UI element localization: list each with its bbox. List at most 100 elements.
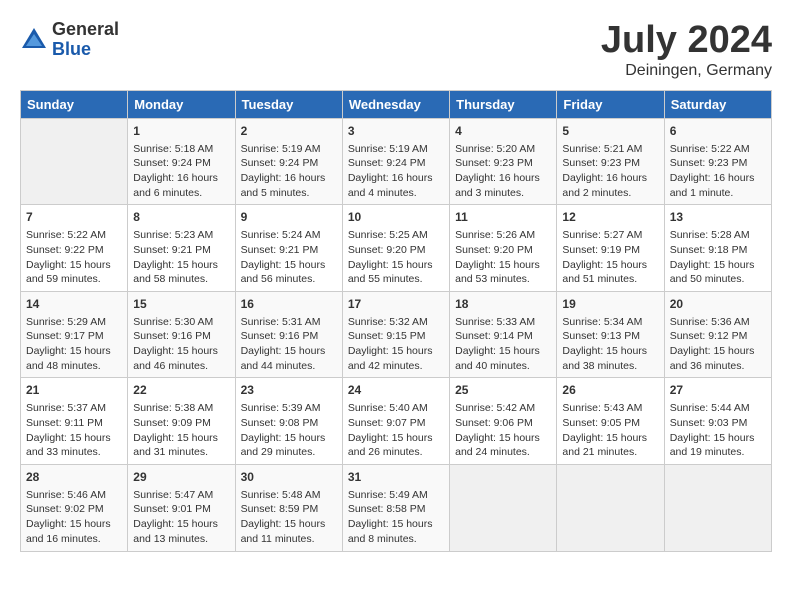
day-number: 12	[562, 209, 658, 226]
day-info: Sunrise: 5:48 AMSunset: 8:59 PMDaylight:…	[241, 488, 337, 547]
day-number: 9	[241, 209, 337, 226]
calendar-cell: 10Sunrise: 5:25 AMSunset: 9:20 PMDayligh…	[342, 205, 449, 292]
calendar-cell: 27 Sunrise: 5:44 AMSunset: 9:03 PMDayligh…	[664, 378, 771, 465]
calendar-table: SundayMondayTuesdayWednesdayThursdayFrid…	[20, 90, 772, 552]
day-info: Sunrise: 5:44 AMSunset: 9:03 PMDaylight:…	[670, 401, 766, 460]
calendar-cell: 1 Sunrise: 5:18 AMSunset: 9:24 PMDaylight…	[128, 118, 235, 205]
calendar-cell: 29Sunrise: 5:47 AMSunset: 9:01 PMDayligh…	[128, 464, 235, 551]
calendar-cell: 8 Sunrise: 5:23 AMSunset: 9:21 PMDaylight…	[128, 205, 235, 292]
day-number: 2	[241, 123, 337, 140]
logo-blue: Blue	[52, 40, 119, 60]
day-info: Sunrise: 5:23 AMSunset: 9:21 PMDaylight:…	[133, 228, 229, 287]
calendar-cell: 21 Sunrise: 5:37 AMSunset: 9:11 PMDayligh…	[21, 378, 128, 465]
day-info: Sunrise: 5:19 AMSunset: 9:24 PMDaylight:…	[348, 142, 444, 201]
calendar-week-row: 1 Sunrise: 5:18 AMSunset: 9:24 PMDaylight…	[21, 118, 772, 205]
day-number: 27	[670, 382, 766, 399]
day-number: 15	[133, 296, 229, 313]
calendar-cell: 24 Sunrise: 5:40 AMSunset: 9:07 PMDayligh…	[342, 378, 449, 465]
day-number: 19	[562, 296, 658, 313]
calendar-cell: 6 Sunrise: 5:22 AMSunset: 9:23 PMDaylight…	[664, 118, 771, 205]
day-number: 31	[348, 469, 444, 486]
calendar-week-row: 14 Sunrise: 5:29 AMSunset: 9:17 PMDayligh…	[21, 291, 772, 378]
day-number: 3	[348, 123, 444, 140]
col-header-monday: Monday	[128, 90, 235, 118]
calendar-cell: 15 Sunrise: 5:30 AMSunset: 9:16 PMDayligh…	[128, 291, 235, 378]
calendar-cell: 11 Sunrise: 5:26 AMSunset: 9:20 PMDayligh…	[450, 205, 557, 292]
calendar-header-row: SundayMondayTuesdayWednesdayThursdayFrid…	[21, 90, 772, 118]
calendar-cell: 22 Sunrise: 5:38 AMSunset: 9:09 PMDayligh…	[128, 378, 235, 465]
col-header-tuesday: Tuesday	[235, 90, 342, 118]
calendar-cell: 16 Sunrise: 5:31 AMSunset: 9:16 PMDayligh…	[235, 291, 342, 378]
logo-icon	[20, 26, 48, 54]
day-number: 18	[455, 296, 551, 313]
day-info: Sunrise: 5:22 AMSunset: 9:22 PMDaylight:…	[26, 228, 122, 287]
day-info: Sunrise: 5:22 AMSunset: 9:23 PMDaylight:…	[670, 142, 766, 201]
calendar-cell	[664, 464, 771, 551]
day-number: 21	[26, 382, 122, 399]
day-info: Sunrise: 5:26 AMSunset: 9:20 PMDaylight:…	[455, 228, 551, 287]
day-number: 28	[26, 469, 122, 486]
calendar-cell	[557, 464, 664, 551]
day-number: 30	[241, 469, 337, 486]
logo: General Blue	[20, 20, 119, 60]
day-info: Sunrise: 5:37 AMSunset: 9:11 PMDaylight:…	[26, 401, 122, 460]
day-info: Sunrise: 5:39 AMSunset: 9:08 PMDaylight:…	[241, 401, 337, 460]
col-header-wednesday: Wednesday	[342, 90, 449, 118]
day-info: Sunrise: 5:33 AMSunset: 9:14 PMDaylight:…	[455, 315, 551, 374]
calendar-cell: 18 Sunrise: 5:33 AMSunset: 9:14 PMDayligh…	[450, 291, 557, 378]
col-header-sunday: Sunday	[21, 90, 128, 118]
day-number: 20	[670, 296, 766, 313]
calendar-cell: 12 Sunrise: 5:27 AMSunset: 9:19 PMDayligh…	[557, 205, 664, 292]
day-number: 4	[455, 123, 551, 140]
day-info: Sunrise: 5:24 AMSunset: 9:21 PMDaylight:…	[241, 228, 337, 287]
day-number: 26	[562, 382, 658, 399]
day-info: Sunrise: 5:38 AMSunset: 9:09 PMDaylight:…	[133, 401, 229, 460]
day-number: 11	[455, 209, 551, 226]
day-info: Sunrise: 5:42 AMSunset: 9:06 PMDaylight:…	[455, 401, 551, 460]
day-info: Sunrise: 5:32 AMSunset: 9:15 PMDaylight:…	[348, 315, 444, 374]
title-area: July 2024 Deiningen, Germany	[601, 20, 772, 80]
calendar-cell: 14 Sunrise: 5:29 AMSunset: 9:17 PMDayligh…	[21, 291, 128, 378]
calendar-cell: 17 Sunrise: 5:32 AMSunset: 9:15 PMDayligh…	[342, 291, 449, 378]
col-header-saturday: Saturday	[664, 90, 771, 118]
calendar-cell	[21, 118, 128, 205]
month-year-title: July 2024	[601, 20, 772, 62]
col-header-thursday: Thursday	[450, 90, 557, 118]
day-info: Sunrise: 5:18 AMSunset: 9:24 PMDaylight:…	[133, 142, 229, 201]
day-info: Sunrise: 5:19 AMSunset: 9:24 PMDaylight:…	[241, 142, 337, 201]
day-info: Sunrise: 5:20 AMSunset: 9:23 PMDaylight:…	[455, 142, 551, 201]
day-info: Sunrise: 5:30 AMSunset: 9:16 PMDaylight:…	[133, 315, 229, 374]
day-number: 8	[133, 209, 229, 226]
day-number: 6	[670, 123, 766, 140]
day-number: 16	[241, 296, 337, 313]
day-info: Sunrise: 5:31 AMSunset: 9:16 PMDaylight:…	[241, 315, 337, 374]
day-info: Sunrise: 5:34 AMSunset: 9:13 PMDaylight:…	[562, 315, 658, 374]
day-info: Sunrise: 5:29 AMSunset: 9:17 PMDaylight:…	[26, 315, 122, 374]
calendar-cell: 31 Sunrise: 5:49 AMSunset: 8:58 PMDayligh…	[342, 464, 449, 551]
calendar-cell: 25 Sunrise: 5:42 AMSunset: 9:06 PMDayligh…	[450, 378, 557, 465]
day-number: 7	[26, 209, 122, 226]
calendar-week-row: 21 Sunrise: 5:37 AMSunset: 9:11 PMDayligh…	[21, 378, 772, 465]
day-info: Sunrise: 5:47 AMSunset: 9:01 PMDaylight:…	[133, 488, 229, 547]
day-info: Sunrise: 5:21 AMSunset: 9:23 PMDaylight:…	[562, 142, 658, 201]
calendar-cell: 23 Sunrise: 5:39 AMSunset: 9:08 PMDayligh…	[235, 378, 342, 465]
day-number: 1	[133, 123, 229, 140]
col-header-friday: Friday	[557, 90, 664, 118]
day-number: 25	[455, 382, 551, 399]
day-number: 22	[133, 382, 229, 399]
day-info: Sunrise: 5:43 AMSunset: 9:05 PMDaylight:…	[562, 401, 658, 460]
calendar-cell: 4 Sunrise: 5:20 AMSunset: 9:23 PMDaylight…	[450, 118, 557, 205]
calendar-cell: 19 Sunrise: 5:34 AMSunset: 9:13 PMDayligh…	[557, 291, 664, 378]
day-number: 13	[670, 209, 766, 226]
day-number: 24	[348, 382, 444, 399]
day-info: Sunrise: 5:27 AMSunset: 9:19 PMDaylight:…	[562, 228, 658, 287]
calendar-cell: 30 Sunrise: 5:48 AMSunset: 8:59 PMDayligh…	[235, 464, 342, 551]
calendar-cell: 5Sunrise: 5:21 AMSunset: 9:23 PMDaylight…	[557, 118, 664, 205]
logo-text: General Blue	[52, 20, 119, 60]
day-info: Sunrise: 5:49 AMSunset: 8:58 PMDaylight:…	[348, 488, 444, 547]
calendar-cell: 2 Sunrise: 5:19 AMSunset: 9:24 PMDaylight…	[235, 118, 342, 205]
day-number: 23	[241, 382, 337, 399]
day-number: 14	[26, 296, 122, 313]
day-info: Sunrise: 5:40 AMSunset: 9:07 PMDaylight:…	[348, 401, 444, 460]
day-number: 17	[348, 296, 444, 313]
